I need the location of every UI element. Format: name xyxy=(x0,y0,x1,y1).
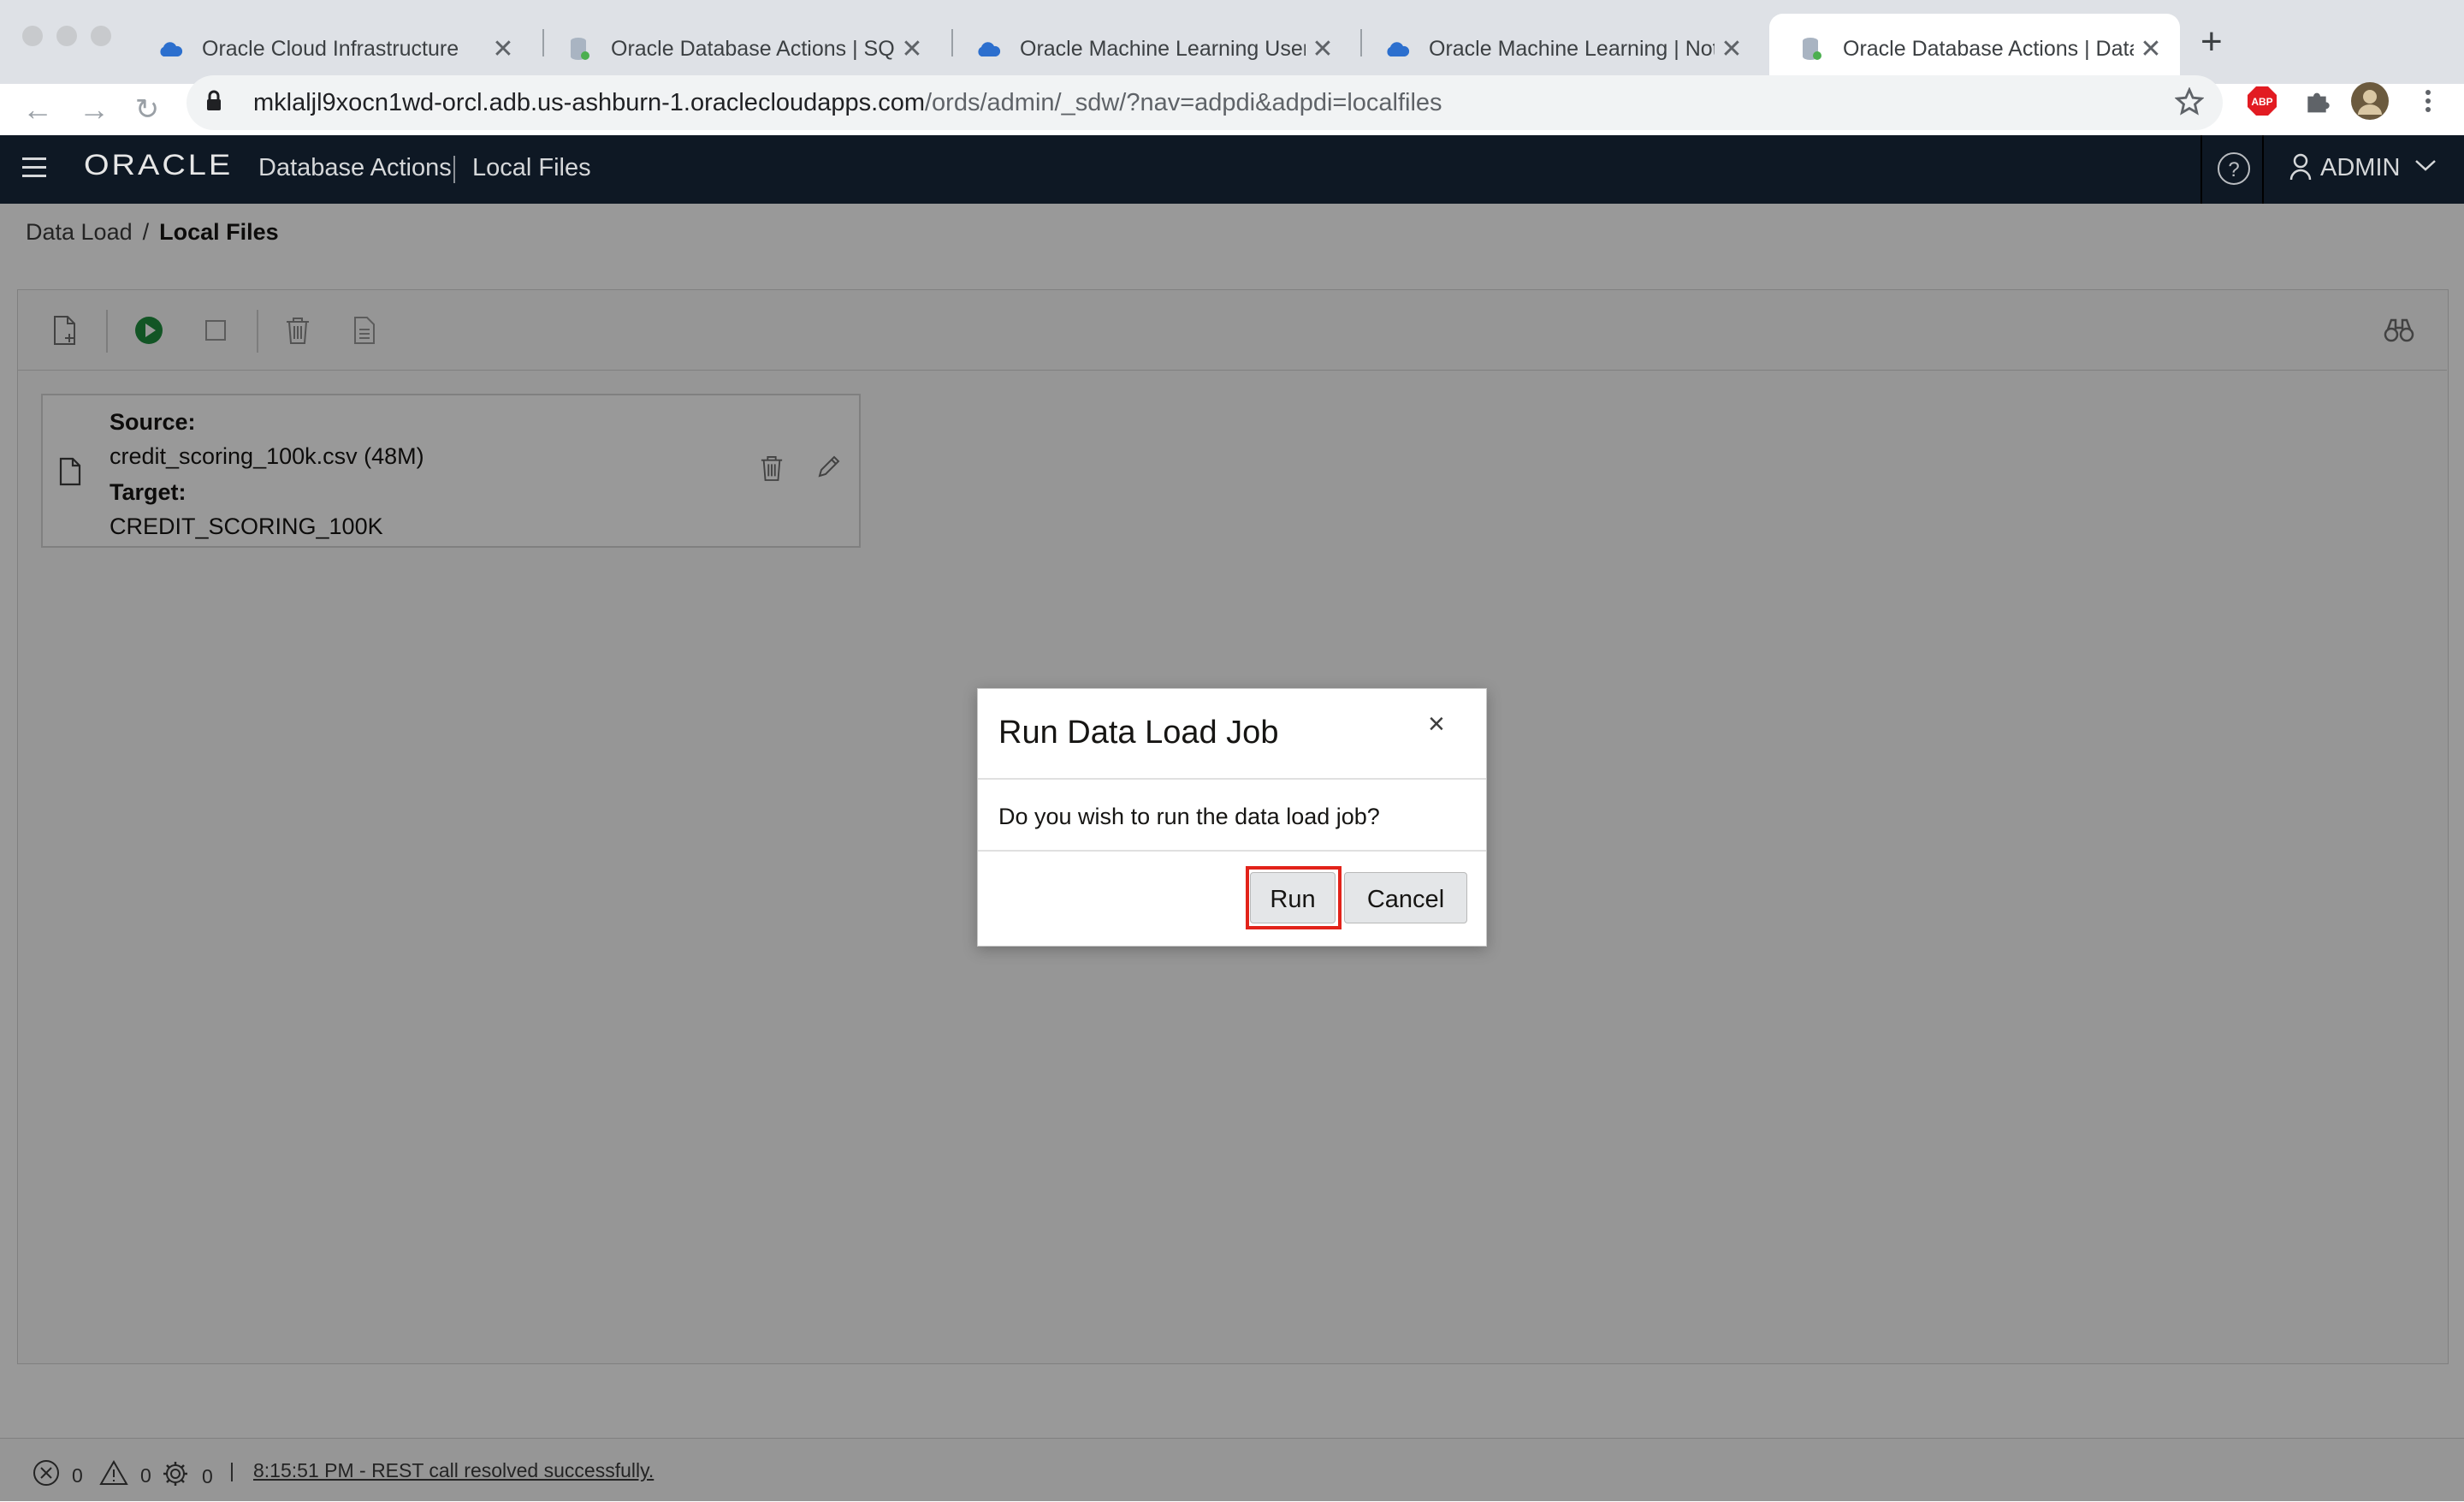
database-icon xyxy=(566,36,592,62)
browser-tab-3[interactable]: Oracle Machine Learning User ✕ xyxy=(946,14,1352,84)
browser-tab-bar: Oracle Cloud Infrastructure ✕ Oracle Dat… xyxy=(0,0,2464,84)
dialog-divider xyxy=(978,850,1486,852)
header-divider xyxy=(2262,135,2264,204)
page-title: Local Files xyxy=(472,154,591,181)
dialog-message: Do you wish to run the data load job? xyxy=(998,804,1380,829)
cloud-icon xyxy=(975,36,1001,62)
adblock-icon[interactable]: ABP xyxy=(2243,82,2281,120)
forward-icon[interactable]: → xyxy=(70,86,118,134)
run-data-load-job-dialog: Run Data Load Job × Do you wish to run t… xyxy=(977,688,1487,947)
tab-title: Oracle Database Actions | Data xyxy=(1843,36,2134,61)
tab-title: Oracle Cloud Infrastructure xyxy=(202,36,459,61)
browser-tab-1[interactable]: Oracle Cloud Infrastructure ✕ xyxy=(128,14,532,84)
url-path: /ords/admin/_sdw/?nav=adpdi&adpdi=localf… xyxy=(925,88,1442,116)
dialog-divider xyxy=(978,778,1486,780)
window-zoom-button[interactable] xyxy=(91,26,111,46)
bookmark-star-icon[interactable] xyxy=(2174,86,2205,121)
adblock-badge-text: ABP xyxy=(2251,96,2272,108)
url-text: mklaljl9xocn1wd-orcl.adb.us-ashburn-1.or… xyxy=(253,89,1442,117)
close-icon[interactable]: ✕ xyxy=(895,34,929,64)
browser-tab-5-active[interactable]: Oracle Database Actions | Data ✕ xyxy=(1769,14,2180,84)
run-button-highlight xyxy=(1246,866,1342,929)
window-minimize-button[interactable] xyxy=(56,26,77,46)
tab-title: Oracle Machine Learning | Note xyxy=(1429,36,1715,61)
cloud-icon xyxy=(157,36,183,62)
help-icon[interactable]: ? xyxy=(2218,152,2250,185)
close-icon[interactable]: × xyxy=(1428,708,1445,741)
close-icon[interactable]: ✕ xyxy=(486,34,520,64)
new-tab-button[interactable]: + xyxy=(2200,21,2223,63)
title-divider xyxy=(453,156,455,183)
profile-avatar[interactable] xyxy=(2351,82,2389,120)
oracle-logo: ORACLE xyxy=(84,149,234,181)
database-icon xyxy=(1798,36,1824,62)
browser-menu-icon[interactable] xyxy=(2409,82,2447,120)
header-divider xyxy=(2200,135,2202,204)
back-icon[interactable]: ← xyxy=(14,86,62,134)
url-host: mklaljl9xocn1wd-orcl.adb.us-ashburn-1.or… xyxy=(253,88,925,116)
dialog-title: Run Data Load Job xyxy=(998,715,1279,751)
reload-icon[interactable]: ↻ xyxy=(123,86,171,134)
lock-icon xyxy=(205,90,231,116)
close-icon[interactable]: ✕ xyxy=(2134,34,2168,64)
close-icon[interactable]: ✕ xyxy=(1715,34,1749,64)
window-close-button[interactable] xyxy=(22,26,43,46)
hamburger-menu-icon[interactable] xyxy=(22,157,46,183)
browser-tab-4[interactable]: Oracle Machine Learning | Note ✕ xyxy=(1355,14,1761,84)
user-menu[interactable]: ADMIN xyxy=(2320,154,2400,182)
chevron-down-icon[interactable] xyxy=(2414,157,2437,177)
close-icon[interactable]: ✕ xyxy=(1306,34,1340,64)
cancel-button[interactable]: Cancel xyxy=(1344,872,1467,923)
tab-title: Oracle Machine Learning User xyxy=(1020,36,1306,61)
app-header: ORACLE Database Actions Local Files ? AD… xyxy=(0,135,2464,204)
address-bar[interactable]: mklaljl9xocn1wd-orcl.adb.us-ashburn-1.or… xyxy=(187,75,2223,130)
app-title: Database Actions xyxy=(258,154,452,181)
browser-tab-2[interactable]: Oracle Database Actions | SQL ✕ xyxy=(537,14,941,84)
tab-title: Oracle Database Actions | SQL xyxy=(611,36,895,61)
cloud-icon xyxy=(1384,36,1410,62)
extensions-puzzle-icon[interactable] xyxy=(2298,82,2336,120)
user-icon[interactable] xyxy=(2289,152,2312,186)
